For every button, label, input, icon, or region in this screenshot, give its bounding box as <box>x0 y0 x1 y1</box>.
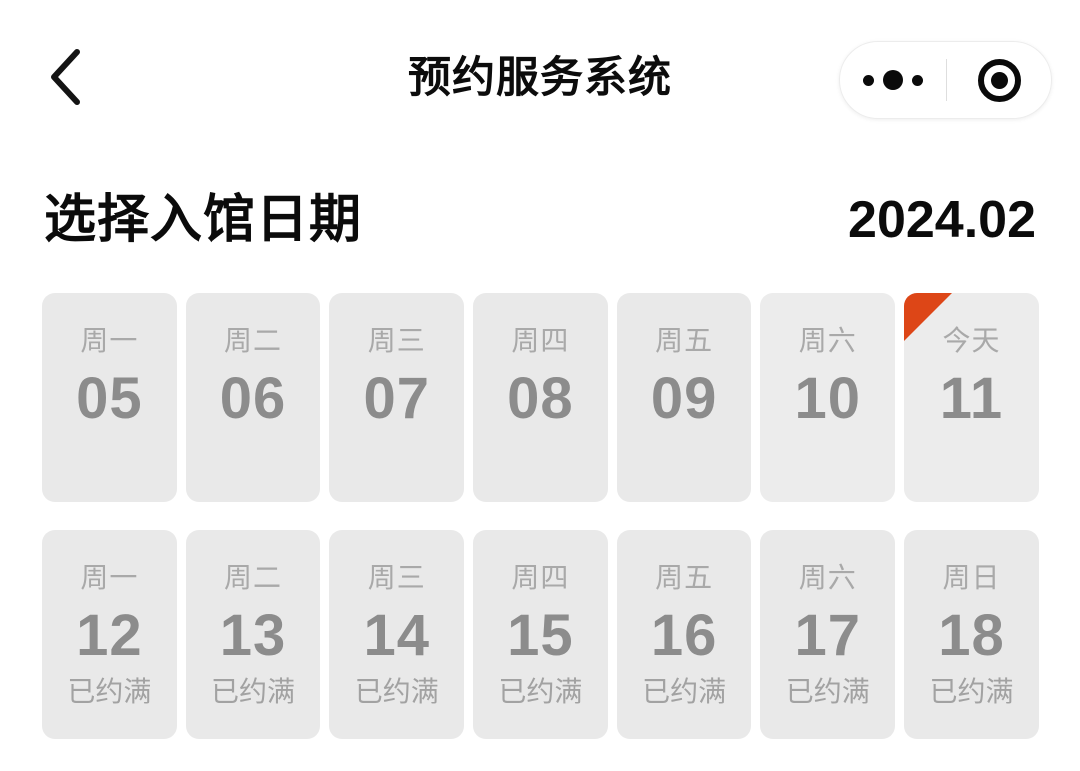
day-number: 05 <box>76 366 143 431</box>
close-miniprogram-button[interactable] <box>947 41 1051 119</box>
weekday-label: 周五 <box>655 562 714 593</box>
day-number: 12 <box>76 603 143 668</box>
weekday-label: 周一 <box>80 325 139 356</box>
date-card[interactable]: 周六 17 已约满 <box>760 530 896 739</box>
weekday-label: 周六 <box>798 562 857 593</box>
day-number: 18 <box>938 603 1005 668</box>
availability-status: 已约满 <box>67 676 152 707</box>
date-card[interactable]: 周一 12 已约满 <box>42 530 177 739</box>
more-dots-icon <box>863 70 923 90</box>
day-number: 09 <box>650 366 718 431</box>
day-number: 10 <box>794 366 862 431</box>
weekday-label: 周六 <box>798 325 857 356</box>
day-number: 06 <box>219 366 287 431</box>
weekday-label: 周五 <box>655 325 714 356</box>
weekday-label: 周二 <box>224 562 283 593</box>
day-number: 16 <box>650 603 718 668</box>
week-row: 周一 12 已约满 周二 13 已约满 周三 14 已约满 周四 15 已约满 周五 16 已约满 周六 17 已… <box>42 530 1043 739</box>
date-card[interactable]: 周五 16 已约满 <box>616 530 752 739</box>
date-card[interactable]: 周六 10 <box>760 293 896 502</box>
day-number: 15 <box>507 603 574 668</box>
weekday-label: 周四 <box>511 562 570 593</box>
date-card[interactable]: 周五 09 <box>616 293 752 502</box>
week-row: 周一 05 周二 06 周三 07 周四 08 周五 09 周六 10 今天 11 <box>42 293 1043 502</box>
date-grid: 周一 05 周二 06 周三 07 周四 08 周五 09 周六 10 今天 11 周一 12 已约满 周二 13… <box>42 293 1043 739</box>
date-card[interactable]: 周三 07 <box>329 293 465 502</box>
target-circle-icon <box>977 58 1021 102</box>
day-number: 07 <box>363 366 430 431</box>
navigation-bar: 预约服务系统 <box>0 0 1080 150</box>
weekday-label: 周四 <box>511 325 570 356</box>
availability-status: 已约满 <box>929 676 1014 707</box>
day-number: 17 <box>794 603 862 668</box>
appointment-date-picker-screen: 预约服务系统 选择入馆日期 2024.02 周一 05 周二 06 周三 07 周四 08 周五… <box>0 0 1080 771</box>
date-card[interactable]: 周四 08 <box>473 293 608 502</box>
miniprogram-capsule <box>839 41 1052 119</box>
availability-status: 已约满 <box>785 676 870 707</box>
date-card[interactable]: 周一 05 <box>42 293 177 502</box>
availability-status: 已约满 <box>498 676 583 707</box>
weekday-label: 周三 <box>367 325 426 356</box>
availability-status: 已约满 <box>642 676 727 707</box>
day-number: 14 <box>363 603 430 668</box>
date-card[interactable]: 周二 13 已约满 <box>185 530 321 739</box>
section-title: 选择入馆日期 <box>44 191 363 249</box>
weekday-label: 周三 <box>367 562 426 593</box>
weekday-label: 周二 <box>224 325 283 356</box>
date-card[interactable]: 周二 06 <box>185 293 321 502</box>
day-number: 08 <box>507 366 574 431</box>
day-number: 11 <box>939 366 1004 431</box>
date-card-today[interactable]: 今天 11 <box>904 293 1039 502</box>
date-card[interactable]: 周日 18 已约满 <box>904 530 1039 739</box>
availability-status: 已约满 <box>211 676 296 707</box>
date-card[interactable]: 周四 15 已约满 <box>473 530 608 739</box>
date-card[interactable]: 周三 14 已约满 <box>329 530 465 739</box>
weekday-label: 周一 <box>80 562 139 593</box>
day-number: 13 <box>219 603 287 668</box>
section-header: 选择入馆日期 2024.02 <box>0 182 1080 258</box>
month-indicator[interactable]: 2024.02 <box>848 182 1036 258</box>
availability-status: 已约满 <box>354 676 439 707</box>
today-corner-flag-icon <box>904 293 953 341</box>
more-menu-button[interactable] <box>840 41 946 119</box>
weekday-label: 周日 <box>942 562 1001 593</box>
